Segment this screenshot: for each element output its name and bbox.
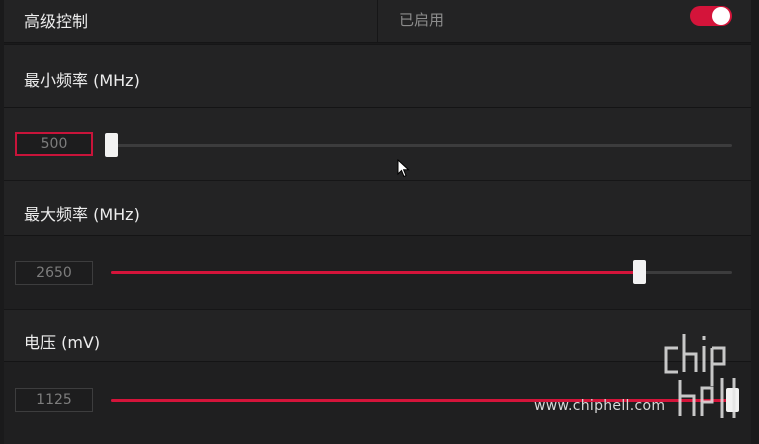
advanced-control-toggle[interactable] <box>690 6 732 26</box>
max-frequency-header: 最大频率 (MHz) <box>4 180 751 236</box>
max-frequency-input[interactable]: 2650 <box>15 261 93 285</box>
chiphell-logo-icon <box>664 334 736 418</box>
voltage-header: 电压 (mV) <box>4 309 751 362</box>
voltage-input[interactable]: 1125 <box>15 388 93 412</box>
advanced-control-status: 已启用 <box>399 11 445 29</box>
max-frequency-slider-track[interactable] <box>111 260 732 284</box>
min-frequency-slider-track[interactable] <box>105 133 732 157</box>
advanced-control-label: 高级控制 <box>24 12 89 31</box>
min-frequency-header: 最小频率 (MHz) <box>4 44 751 107</box>
max-frequency-slider-thumb[interactable] <box>632 260 646 284</box>
settings-panel: 高级控制 已启用 最小频率 (MHz) 500 最大频率 (MHz) 2650 … <box>4 0 751 444</box>
advanced-control-label-cell: 高级控制 <box>4 0 378 42</box>
min-frequency-label: 最小频率 (MHz) <box>24 71 140 90</box>
mouse-cursor-icon <box>397 159 410 178</box>
advanced-control-row: 高级控制 已启用 <box>4 0 751 43</box>
min-frequency-slider-thumb[interactable] <box>105 133 118 157</box>
min-frequency-input[interactable]: 500 <box>15 132 93 156</box>
max-frequency-label: 最大频率 (MHz) <box>24 205 140 224</box>
max-frequency-slider-fill <box>111 271 639 274</box>
voltage-label: 电压 (mV) <box>24 333 101 352</box>
max-frequency-body: 2650 <box>4 235 751 309</box>
toggle-knob <box>712 7 730 25</box>
min-frequency-body: 500 <box>4 107 751 180</box>
watermark-url: www.chiphell.com <box>534 398 666 414</box>
